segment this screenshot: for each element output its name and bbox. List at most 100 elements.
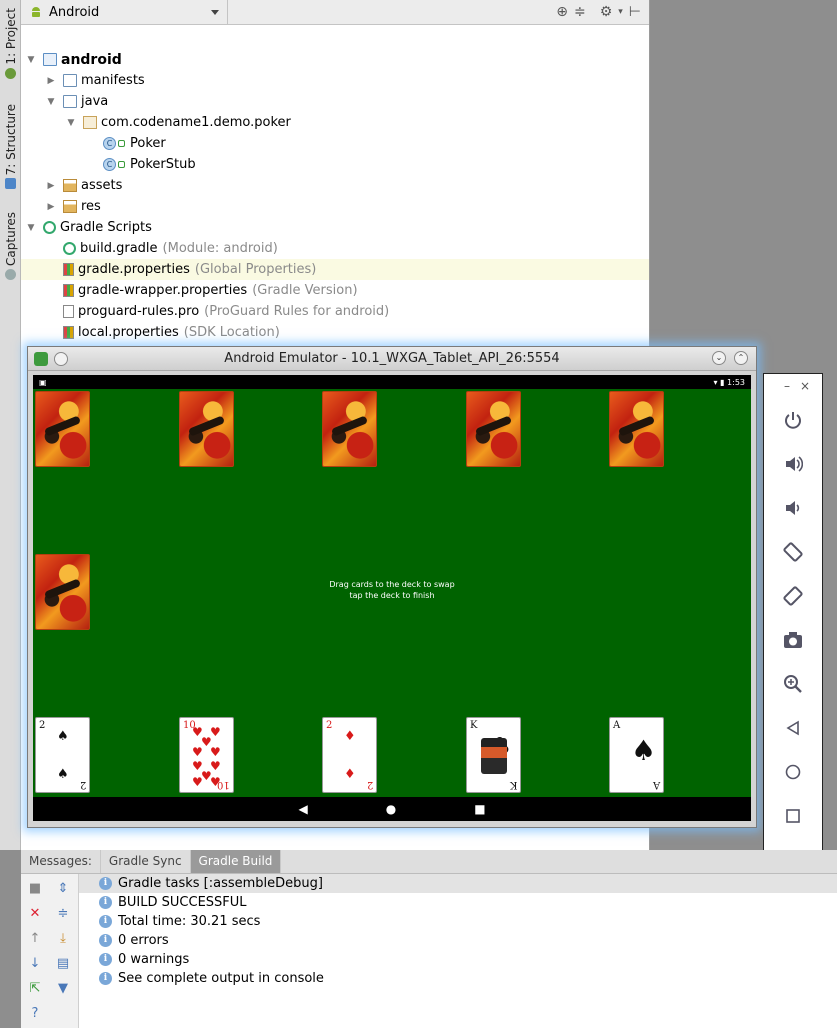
stop-icon[interactable]: ■ bbox=[28, 881, 42, 896]
message-row[interactable]: i Gradle tasks [:assembleDebug] bbox=[79, 874, 837, 893]
back-button[interactable] bbox=[764, 706, 822, 750]
expand-all-icon[interactable]: ⇕ bbox=[56, 881, 70, 896]
file-icon bbox=[63, 305, 74, 318]
hide-panel-icon[interactable]: ⊢ bbox=[629, 4, 641, 20]
screenshot-button[interactable] bbox=[764, 618, 822, 662]
filter-icon[interactable]: ▼ bbox=[56, 981, 70, 996]
message-text: Total time: 30.21 secs bbox=[118, 914, 261, 929]
clock-text: 1:53 bbox=[727, 377, 745, 387]
expand-arrow-icon[interactable]: ▼ bbox=[45, 97, 57, 107]
tree-item[interactable]: ▼ Gradle Scripts bbox=[21, 217, 649, 238]
tree-item[interactable]: ▼ android bbox=[21, 49, 649, 70]
hand-card[interactable]: 2 2 ♠ ♠ bbox=[35, 717, 90, 793]
card-back-top[interactable] bbox=[179, 391, 234, 467]
expand-arrow-icon[interactable]: ▼ bbox=[25, 55, 37, 65]
card-rank-bottom: 2 bbox=[366, 779, 373, 790]
card-back-top[interactable] bbox=[35, 391, 90, 467]
tree-item[interactable]: ▶ manifests bbox=[21, 70, 649, 91]
tab-captures[interactable]: Captures bbox=[1, 212, 20, 280]
poker-table[interactable]: Drag cards to the deck to swap tap the d… bbox=[33, 389, 751, 797]
project-toolbar-actions: ⊕ ≑ ⚙ ▾ ⊢ bbox=[228, 4, 649, 20]
tree-item[interactable]: ▼ com.codename1.demo.poker bbox=[21, 112, 649, 133]
overview-button[interactable] bbox=[764, 794, 822, 838]
emulator-window: Android Emulator - 10.1_WXGA_Tablet_API_… bbox=[27, 346, 757, 828]
chevron-down-icon[interactable]: ▾ bbox=[618, 7, 623, 17]
zoom-button[interactable] bbox=[764, 662, 822, 706]
card-suit-icon: ♥ bbox=[192, 775, 203, 789]
collapse-arrow-icon[interactable]: ▶ bbox=[45, 181, 57, 191]
tree-item[interactable]: gradle-wrapper.properties (Gradle Version… bbox=[21, 280, 649, 301]
scroll-from-source-icon[interactable]: ⊕ bbox=[556, 4, 568, 20]
message-row[interactable]: i BUILD SUCCESSFUL bbox=[79, 893, 837, 912]
info-icon: i bbox=[99, 877, 112, 890]
maximize-icon[interactable]: ⌃ bbox=[734, 351, 748, 365]
collapse-all-icon[interactable]: ≑ bbox=[574, 4, 586, 20]
tab-project[interactable]: 1: Project bbox=[1, 8, 20, 79]
rotate-left-button[interactable] bbox=[764, 530, 822, 574]
preview-icon[interactable]: ▤ bbox=[56, 956, 70, 971]
card-suit-icon: ♥ bbox=[192, 745, 203, 759]
message-row[interactable]: i 0 warnings bbox=[79, 950, 837, 969]
arrow-up-icon[interactable]: ↑ bbox=[28, 931, 42, 946]
collapse-arrow-icon[interactable]: ▶ bbox=[45, 76, 57, 86]
hand-card[interactable]: 10 10 ♥ ♥ ♥ ♥ ♥ ♥ ♥ ♥ ♥ ♥ bbox=[179, 717, 234, 793]
hand-card[interactable]: KK♣ bbox=[466, 717, 521, 793]
instructions: Drag cards to the deck to swap tap the d… bbox=[33, 579, 751, 601]
tree-item[interactable]: ▶ assets bbox=[21, 175, 649, 196]
tree-item[interactable]: build.gradle (Module: android) bbox=[21, 238, 649, 259]
messages-toolbar: ■ ⇕ ✕ ≑ ↑ ⤓ ↓ ▤ ⇱ ▼ ? bbox=[21, 874, 79, 1028]
tree-item[interactable]: proguard-rules.pro (ProGuard Rules for an… bbox=[21, 301, 649, 322]
power-button[interactable] bbox=[764, 398, 822, 442]
card-suit-icon: ♠ bbox=[57, 729, 69, 744]
message-row[interactable]: i Total time: 30.21 secs bbox=[79, 912, 837, 931]
zoom-icon bbox=[784, 675, 802, 693]
hand-card[interactable]: 2 2 ♦ ♦ bbox=[322, 717, 377, 793]
nav-overview-icon[interactable]: ■ bbox=[474, 802, 485, 816]
minimize-icon[interactable]: – bbox=[784, 379, 790, 393]
tab-gradle-build[interactable]: Gradle Build bbox=[190, 850, 282, 873]
message-row[interactable]: i 0 errors bbox=[79, 931, 837, 950]
rotate-right-button[interactable] bbox=[764, 574, 822, 618]
close-icon[interactable]: × bbox=[800, 379, 810, 393]
nav-home-icon[interactable]: ● bbox=[386, 802, 396, 816]
emulator-title-bar[interactable]: Android Emulator - 10.1_WXGA_Tablet_API_… bbox=[28, 347, 756, 371]
card-back-top[interactable] bbox=[322, 391, 377, 467]
tree-item[interactable]: local.properties (SDK Location) bbox=[21, 322, 649, 343]
collapse-all-icon[interactable]: ≑ bbox=[56, 906, 70, 921]
menu-icon[interactable] bbox=[54, 352, 68, 366]
gear-icon[interactable]: ⚙ bbox=[600, 4, 613, 20]
home-button[interactable] bbox=[764, 750, 822, 794]
open-source-icon[interactable]: ⇱ bbox=[28, 981, 42, 996]
hand-card[interactable]: A A ♠ bbox=[609, 717, 664, 793]
volume-down-icon bbox=[786, 501, 800, 515]
volume-up-button[interactable] bbox=[764, 442, 822, 486]
tree-item[interactable]: ▼ java bbox=[21, 91, 649, 112]
message-row[interactable]: i See complete output in console bbox=[79, 969, 837, 988]
card-back-top[interactable] bbox=[609, 391, 664, 467]
volume-down-button[interactable] bbox=[764, 486, 822, 530]
home-icon bbox=[785, 764, 801, 780]
nav-back-icon[interactable]: ◀ bbox=[298, 802, 307, 816]
expand-arrow-icon[interactable]: ▼ bbox=[25, 223, 37, 233]
tree-item[interactable]: C PokerStub bbox=[21, 154, 649, 175]
card-back-top[interactable] bbox=[466, 391, 521, 467]
collapse-arrow-icon[interactable]: ▶ bbox=[45, 202, 57, 212]
minimize-icon[interactable]: ⌄ bbox=[712, 351, 726, 365]
help-icon[interactable]: ? bbox=[28, 1006, 42, 1021]
project-toolbar: Android ⊕ ≑ ⚙ ▾ ⊢ bbox=[21, 0, 649, 25]
arrow-down-icon[interactable]: ↓ bbox=[28, 956, 42, 971]
tab-structure-label: 7: Structure bbox=[3, 104, 18, 176]
tree-item[interactable]: ▶ res bbox=[21, 196, 649, 217]
device-screen[interactable]: ▣ ▾ ▮ 1:53 Drag cards to the deck to swa… bbox=[33, 375, 751, 821]
tree-item[interactable]: C Poker bbox=[21, 133, 649, 154]
tab-gradle-sync[interactable]: Gradle Sync bbox=[101, 850, 191, 873]
export-icon[interactable]: ⤓ bbox=[56, 931, 70, 946]
tree-item[interactable]: gradle.properties (Global Properties) bbox=[21, 259, 649, 280]
project-view-selector[interactable]: Android bbox=[21, 0, 228, 25]
close-icon[interactable]: ✕ bbox=[28, 906, 42, 921]
gradle-icon bbox=[63, 242, 76, 255]
app-icon bbox=[34, 352, 48, 366]
tree-item-note: (SDK Location) bbox=[183, 325, 280, 340]
expand-arrow-icon[interactable]: ▼ bbox=[65, 118, 77, 128]
tab-structure[interactable]: 7: Structure bbox=[1, 104, 20, 190]
